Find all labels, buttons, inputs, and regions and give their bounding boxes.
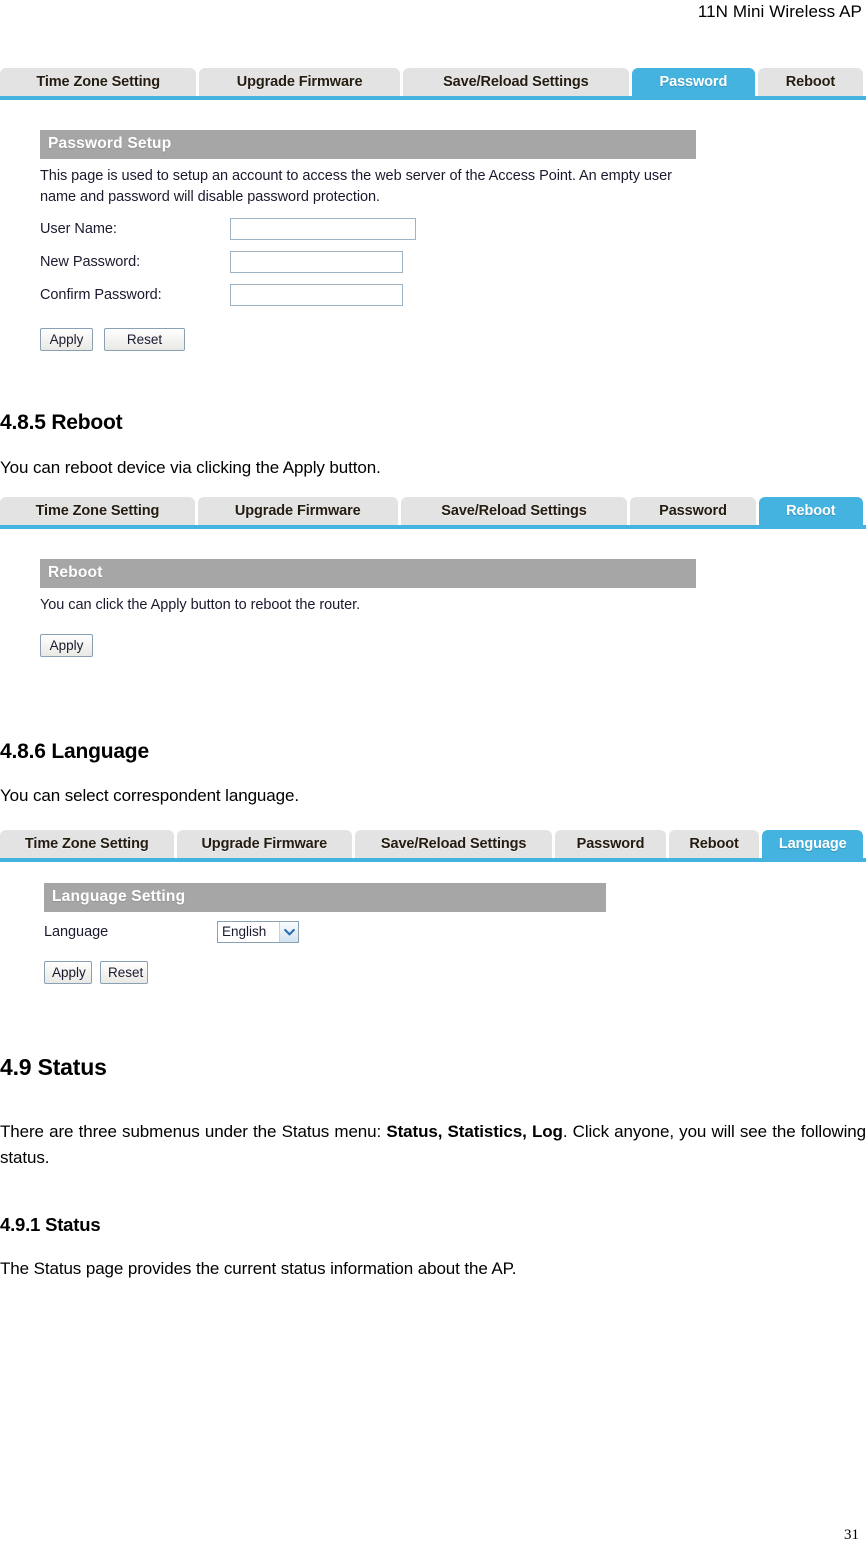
tab-reboot[interactable]: Reboot: [668, 830, 760, 858]
tab-time-zone-setting[interactable]: Time Zone Setting: [0, 68, 197, 96]
new-password-label: New Password:: [40, 254, 141, 271]
page-number: 31: [844, 1527, 859, 1543]
chevron-down-icon: [279, 922, 298, 942]
status-paragraph-prefix: There are three submenus under the Statu…: [0, 1122, 387, 1141]
tab-language[interactable]: Language: [762, 830, 863, 858]
tab-reboot[interactable]: Reboot: [757, 68, 864, 96]
password-setup-panel: Password Setup This page is used to setu…: [40, 130, 696, 352]
heading-status-sub: 4.9.1 Status: [0, 1214, 101, 1235]
user-name-label: User Name:: [40, 221, 117, 238]
form-row-confirm-password: Confirm Password:: [40, 284, 696, 307]
reboot-panel-description: You can click the Apply button to reboot…: [40, 597, 361, 613]
tab-save-reload-settings[interactable]: Save/Reload Settings: [355, 830, 553, 858]
tab-upgrade-firmware[interactable]: Upgrade Firmware: [199, 68, 400, 96]
password-panel-description: This page is used to setup an account to…: [40, 168, 672, 205]
form-row-language: Language English: [44, 921, 606, 943]
language-select-value: English: [222, 924, 267, 939]
language-panel-title: Language Setting: [44, 883, 606, 912]
status-paragraph: There are three submenus under the Statu…: [0, 1119, 866, 1171]
tab-save-reload-settings[interactable]: Save/Reload Settings: [400, 497, 628, 525]
tab-save-reload-settings[interactable]: Save/Reload Settings: [402, 68, 629, 96]
reboot-panel: Reboot You can click the Apply button to…: [40, 559, 696, 657]
language-intro-paragraph: You can select correspondent language.: [0, 786, 299, 805]
password-panel-title: Password Setup: [40, 130, 696, 159]
tab-password[interactable]: Password: [631, 68, 755, 96]
language-field-label: Language: [44, 924, 109, 940]
password-apply-button[interactable]: Apply: [40, 328, 93, 352]
form-row-user-name: User Name:: [40, 218, 696, 241]
language-apply-button[interactable]: Apply: [44, 961, 92, 984]
password-reset-button[interactable]: Reset: [104, 328, 185, 352]
tab-password[interactable]: Password: [630, 497, 756, 525]
status-paragraph-bold: Status, Statistics, Log: [386, 1122, 563, 1141]
reboot-apply-button[interactable]: Apply: [40, 633, 93, 657]
tab-upgrade-firmware[interactable]: Upgrade Firmware: [197, 497, 398, 525]
reboot-panel-title: Reboot: [40, 559, 696, 588]
heading-reboot: 4.8.5 Reboot: [0, 411, 123, 434]
language-button-row: Apply Reset: [44, 961, 606, 984]
tab-time-zone-setting[interactable]: Time Zone Setting: [0, 497, 195, 525]
language-select[interactable]: English: [217, 921, 299, 943]
running-head: 11N Mini Wireless AP: [697, 2, 862, 21]
language-reset-button[interactable]: Reset: [100, 961, 148, 984]
tab-time-zone-setting[interactable]: Time Zone Setting: [0, 830, 174, 858]
language-panel: Language Setting Language English Apply …: [44, 883, 606, 984]
confirm-password-label: Confirm Password:: [40, 287, 162, 304]
confirm-password-input[interactable]: [230, 284, 403, 307]
tab-bar-password[interactable]: Time Zone Setting Upgrade Firmware Save/Re…: [0, 68, 866, 100]
tab-reboot[interactable]: Reboot: [758, 497, 864, 525]
reboot-intro-paragraph: You can reboot device via clicking the A…: [0, 458, 381, 477]
heading-language: 4.8.6 Language: [0, 740, 149, 763]
form-row-new-password: New Password:: [40, 251, 696, 274]
tab-bar-reboot[interactable]: Time Zone Setting Upgrade Firmware Save/Re…: [0, 497, 866, 529]
reboot-button-row: Apply: [40, 633, 696, 657]
tab-upgrade-firmware[interactable]: Upgrade Firmware: [176, 830, 353, 858]
status-sub-paragraph: The Status page provides the current sta…: [0, 1259, 517, 1278]
heading-status: 4.9 Status: [0, 1054, 107, 1080]
password-button-row: Apply Reset: [40, 328, 696, 352]
tab-bar-language[interactable]: Time Zone Setting Upgrade Firmware Save/Re…: [0, 830, 866, 862]
new-password-input[interactable]: [230, 251, 403, 274]
user-name-input[interactable]: [230, 218, 416, 241]
tab-password[interactable]: Password: [555, 830, 666, 858]
